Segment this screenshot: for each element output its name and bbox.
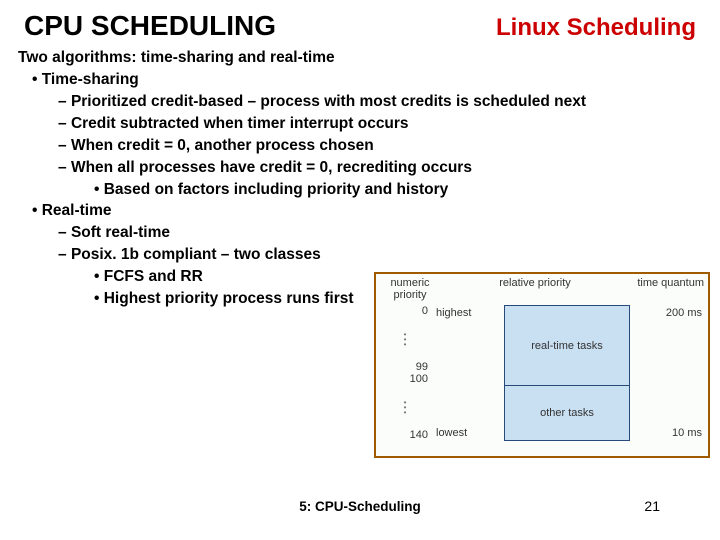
slide-title-left: CPU SCHEDULING <box>24 10 276 42</box>
time-top: 200 ms <box>636 307 702 319</box>
ts-item-4a: Based on factors including priority and … <box>18 180 702 201</box>
dots-icon: ••• <box>382 400 428 415</box>
text: Highest priority process runs first <box>104 290 354 307</box>
num-mid1: 99 <box>382 361 428 373</box>
text: Soft real-time <box>71 224 170 241</box>
ts-item-1: Prioritized credit-based – process with … <box>18 92 702 113</box>
ts-item-4: When all processes have credit = 0, recr… <box>18 158 702 179</box>
slide-header: CPU SCHEDULING Linux Scheduling <box>0 0 720 44</box>
time-col: 200 ms 10 ms <box>632 305 702 441</box>
timesharing-head: Time-sharing <box>18 70 702 91</box>
col-head-time: time quantum <box>624 277 704 301</box>
slide-content: Two algorithms: time-sharing and real-ti… <box>0 44 720 310</box>
time-bottom: 10 ms <box>636 427 702 439</box>
text: Prioritized credit-based – process with … <box>71 93 586 110</box>
rel-top: highest <box>436 307 502 319</box>
numeric-col: 0 ••• 99 100 ••• 140 <box>382 305 436 441</box>
num-mid2: 100 <box>382 373 428 385</box>
rt-item-2: Posix. 1b compliant – two classes <box>18 245 702 266</box>
page-number: 21 <box>644 498 660 514</box>
tasks-col: real-time tasks other tasks <box>504 305 630 441</box>
slide-footer: 5: CPU-Scheduling <box>0 499 720 514</box>
text: FCFS and RR <box>104 268 203 285</box>
relative-col: highest lowest <box>436 305 502 441</box>
footer-text: 5: CPU-Scheduling <box>299 499 421 514</box>
slide-title-right: Linux Scheduling <box>496 14 696 42</box>
text: Time-sharing <box>42 71 139 88</box>
figure-header: numeric priority relative priority time … <box>376 274 708 303</box>
priority-figure: numeric priority relative priority time … <box>374 272 710 458</box>
rt-item-1: Soft real-time <box>18 223 702 244</box>
intro-line: Two algorithms: time-sharing and real-ti… <box>18 48 702 69</box>
text: Credit subtracted when timer interrupt o… <box>71 115 409 132</box>
figure-body: 0 ••• 99 100 ••• 140 highest lowest real… <box>376 303 708 443</box>
num-top: 0 <box>382 305 428 317</box>
realtime-head: Real-time <box>18 201 702 222</box>
num-bottom: 140 <box>382 429 428 441</box>
rel-bottom: lowest <box>436 427 502 439</box>
col-head-numeric: numeric priority <box>380 277 440 301</box>
text: Based on factors including priority and … <box>104 181 449 198</box>
ts-item-3: When credit = 0, another process chosen <box>18 136 702 157</box>
realtime-tasks-box: real-time tasks <box>504 305 630 386</box>
text: When all processes have credit = 0, recr… <box>71 159 472 176</box>
ts-item-2: Credit subtracted when timer interrupt o… <box>18 114 702 135</box>
text: Real-time <box>42 202 112 219</box>
dots-icon: ••• <box>382 332 428 347</box>
text: Posix. 1b compliant – two classes <box>71 246 321 263</box>
text: When credit = 0, another process chosen <box>71 137 374 154</box>
other-tasks-box: other tasks <box>504 385 630 441</box>
col-head-relative: relative priority <box>440 277 624 301</box>
